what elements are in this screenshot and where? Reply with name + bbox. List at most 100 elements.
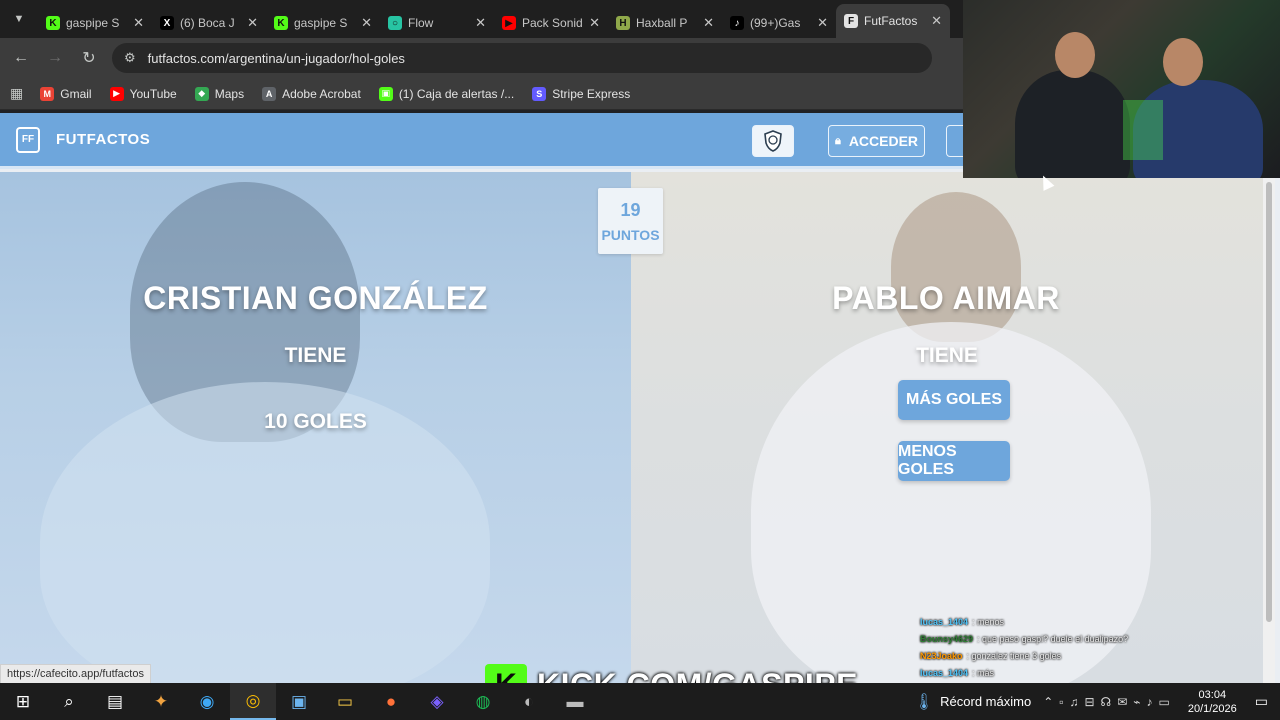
browser-tab[interactable]: ▶ Pack Sonid ✕ — [494, 8, 608, 38]
tab-close-icon[interactable]: ✕ — [133, 15, 144, 31]
edge-icon[interactable]: ◉ — [184, 683, 230, 720]
bookmark-icon: M — [40, 86, 55, 101]
reload-icon[interactable]: ↻ — [72, 48, 106, 68]
tab-favicon-icon: X — [160, 16, 174, 30]
spotify-icon[interactable]: ◍ — [460, 683, 506, 720]
bookmark-item[interactable]: ◆ Maps — [194, 86, 245, 101]
browser-tab[interactable]: ♪ (99+)Gas ✕ — [722, 8, 836, 38]
obs-icon[interactable]: ◐ — [506, 683, 552, 720]
tab-close-icon[interactable]: ✕ — [703, 15, 714, 31]
tab-title: Flow — [408, 16, 434, 30]
windows-start-icon[interactable]: ⊞ — [0, 683, 46, 720]
player-photo-right — [891, 192, 1021, 342]
browser-tab-strip: ▼ Kgaspipe S ✕ X (6) Boca J ✕ Kgaspipe S ✕ ○ Flo… — [0, 0, 963, 38]
app-icon[interactable]: ▬ — [552, 683, 598, 720]
page-viewport: FF FUTFACTOS 🔒︎ ACCEDER CRISTIAN GONZÁLE… — [0, 113, 1280, 683]
tab-title: gaspipe S — [66, 16, 120, 30]
bookmarks-bar: ▦ M Gmail ▶ YouTube ◆ Maps A Adobe Acrobat ▣ (1) … — [0, 78, 963, 110]
bookmark-item[interactable]: ▣ (1) Caja de alertas /... — [378, 86, 514, 101]
tab-title: (6) Boca J — [180, 16, 235, 30]
left-has-label: TIENE — [284, 344, 347, 367]
tab-close-icon[interactable]: ✕ — [589, 15, 600, 31]
tab-search-icon[interactable]: ▼ — [8, 8, 30, 30]
league-shield-button[interactable] — [752, 125, 794, 157]
discord-icon[interactable]: ◈ — [414, 683, 460, 720]
login-button-label: ACCEDER — [848, 133, 919, 149]
chat-text: : que paso gaspi? duele el dualipazo? — [977, 634, 1129, 644]
store-icon[interactable]: ▣ — [276, 683, 322, 720]
less-goals-button[interactable]: MENOS GOLES — [898, 441, 1010, 481]
futfactos-logo-icon[interactable]: FF — [16, 126, 40, 153]
browser-toolbar: ← → ↻ ⚙ futfactos.com/argentina/un-jugad… — [0, 38, 963, 78]
chat-username: lucas_1404 — [920, 668, 969, 678]
lock-icon: 🔒︎ — [834, 134, 841, 147]
tab-close-icon[interactable]: ✕ — [931, 13, 942, 29]
forward-icon[interactable]: → — [38, 49, 72, 67]
windows-taskbar: ⊞ ⌕ ▤ ✦ ◉ ◎ ▣ ▭ ● ◈ ◍ ◐ ▬ 🌡︎ Récord máxi… — [0, 683, 1280, 720]
browser-tab[interactable]: ○ Flow ✕ — [380, 8, 494, 38]
tab-close-icon[interactable]: ✕ — [247, 15, 258, 31]
bookmark-label: Maps — [214, 86, 245, 101]
login-button[interactable]: 🔒︎ ACCEDER — [828, 125, 925, 157]
clock-date: 20/1/2026 — [1187, 702, 1237, 715]
tab-favicon-icon: ♪ — [730, 16, 744, 30]
streamer-left-head — [1055, 32, 1095, 78]
bookmark-icon: ▣ — [378, 86, 393, 101]
firefox-icon[interactable]: ● — [368, 683, 414, 720]
tab-close-icon[interactable]: ✕ — [475, 15, 486, 31]
bookmark-item[interactable]: S Stripe Express — [532, 86, 631, 101]
tab-title: (99+)Gas — [750, 16, 801, 30]
tab-favicon-icon: H — [616, 16, 630, 30]
browser-tab[interactable]: H Haxball P ✕ — [608, 8, 722, 38]
copilot-icon[interactable]: ✦ — [138, 683, 184, 720]
bookmark-icon: A — [262, 86, 277, 101]
chat-message: lucas_1404: más — [920, 665, 1170, 682]
site-info-icon[interactable]: ⚙ — [124, 50, 136, 66]
system-tray: 🌡︎ Récord máximo ⌃▫♫⊟☊✉⌁♪▭ 03:04 20/1/20… — [914, 683, 1280, 720]
clock[interactable]: 03:04 20/1/2026 — [1188, 688, 1237, 716]
tab-close-icon[interactable]: ✕ — [817, 15, 828, 31]
screen: ▼ Kgaspipe S ✕ X (6) Boca J ✕ Kgaspipe S ✕ ○ Flo… — [0, 0, 1280, 720]
chat-text: : gonzalez tiene 3 goles — [966, 651, 1062, 661]
tab-favicon-icon: K — [274, 16, 288, 30]
bookmark-label: YouTube — [129, 86, 177, 101]
tab-close-icon[interactable]: ✕ — [361, 15, 372, 31]
browser-tab[interactable]: Kgaspipe S ✕ — [38, 8, 152, 38]
site-logo-text[interactable]: FUTFACTOS — [56, 131, 150, 148]
bookmark-item[interactable]: M Gmail — [40, 86, 92, 101]
back-icon[interactable]: ← — [4, 49, 38, 67]
task-view-icon[interactable]: ▤ — [92, 683, 138, 720]
tray-icons[interactable]: ⌃▫♫⊟☊✉⌁♪▭ — [1043, 695, 1176, 709]
weather-text[interactable]: Récord máximo — [940, 694, 1031, 709]
tab-title: gaspipe S — [294, 16, 348, 30]
scrollbar-thumb[interactable] — [1266, 182, 1272, 622]
browser-tab[interactable]: X (6) Boca J ✕ — [152, 8, 266, 38]
address-bar[interactable]: ⚙ futfactos.com/argentina/un-jugador/hol… — [112, 43, 932, 73]
bookmark-item[interactable]: A Adobe Acrobat — [262, 86, 361, 101]
tab-favicon-icon: K — [46, 16, 60, 30]
more-goals-button[interactable]: MÁS GOLES — [898, 380, 1010, 420]
page-scrollbar[interactable] — [1263, 172, 1275, 683]
left-player-name: CRISTIAN GONZÁLEZ — [143, 280, 488, 316]
browser-tab[interactable]: Kgaspipe S ✕ — [266, 8, 380, 38]
tab-title: Pack Sonid — [522, 16, 583, 30]
bookmark-label: Stripe Express — [552, 86, 631, 101]
green-light — [1123, 100, 1163, 160]
file-explorer-icon[interactable]: ▭ — [322, 683, 368, 720]
notifications-icon[interactable]: ▭ — [1255, 693, 1268, 710]
chat-message: lucas_1404: menos — [920, 614, 1170, 631]
score-badge: 19 PUNTOS — [598, 188, 663, 254]
right-player-name: PABLO AIMAR — [832, 280, 1060, 316]
bookmark-list: M Gmail ▶ YouTube ◆ Maps A Adobe Acrobat ▣ (1) Ca… — [40, 86, 648, 101]
chat-username: lucas_1404 — [920, 617, 969, 627]
chrome-icon[interactable]: ◎ — [230, 683, 276, 720]
browser-tab[interactable]: F FutFactos ✕ — [836, 4, 950, 38]
url-text: futfactos.com/argentina/un-jugador/hol-g… — [147, 50, 405, 66]
score-value: 19 — [620, 200, 641, 220]
search-icon[interactable]: ⌕ — [46, 683, 92, 720]
apps-grid-icon[interactable]: ▦ — [10, 85, 23, 102]
streamer-right-head — [1163, 38, 1203, 86]
tab-favicon-icon: F — [844, 14, 858, 28]
bookmark-item[interactable]: ▶ YouTube — [109, 86, 177, 101]
left-goals-stat: 10 GOLES — [264, 410, 367, 433]
